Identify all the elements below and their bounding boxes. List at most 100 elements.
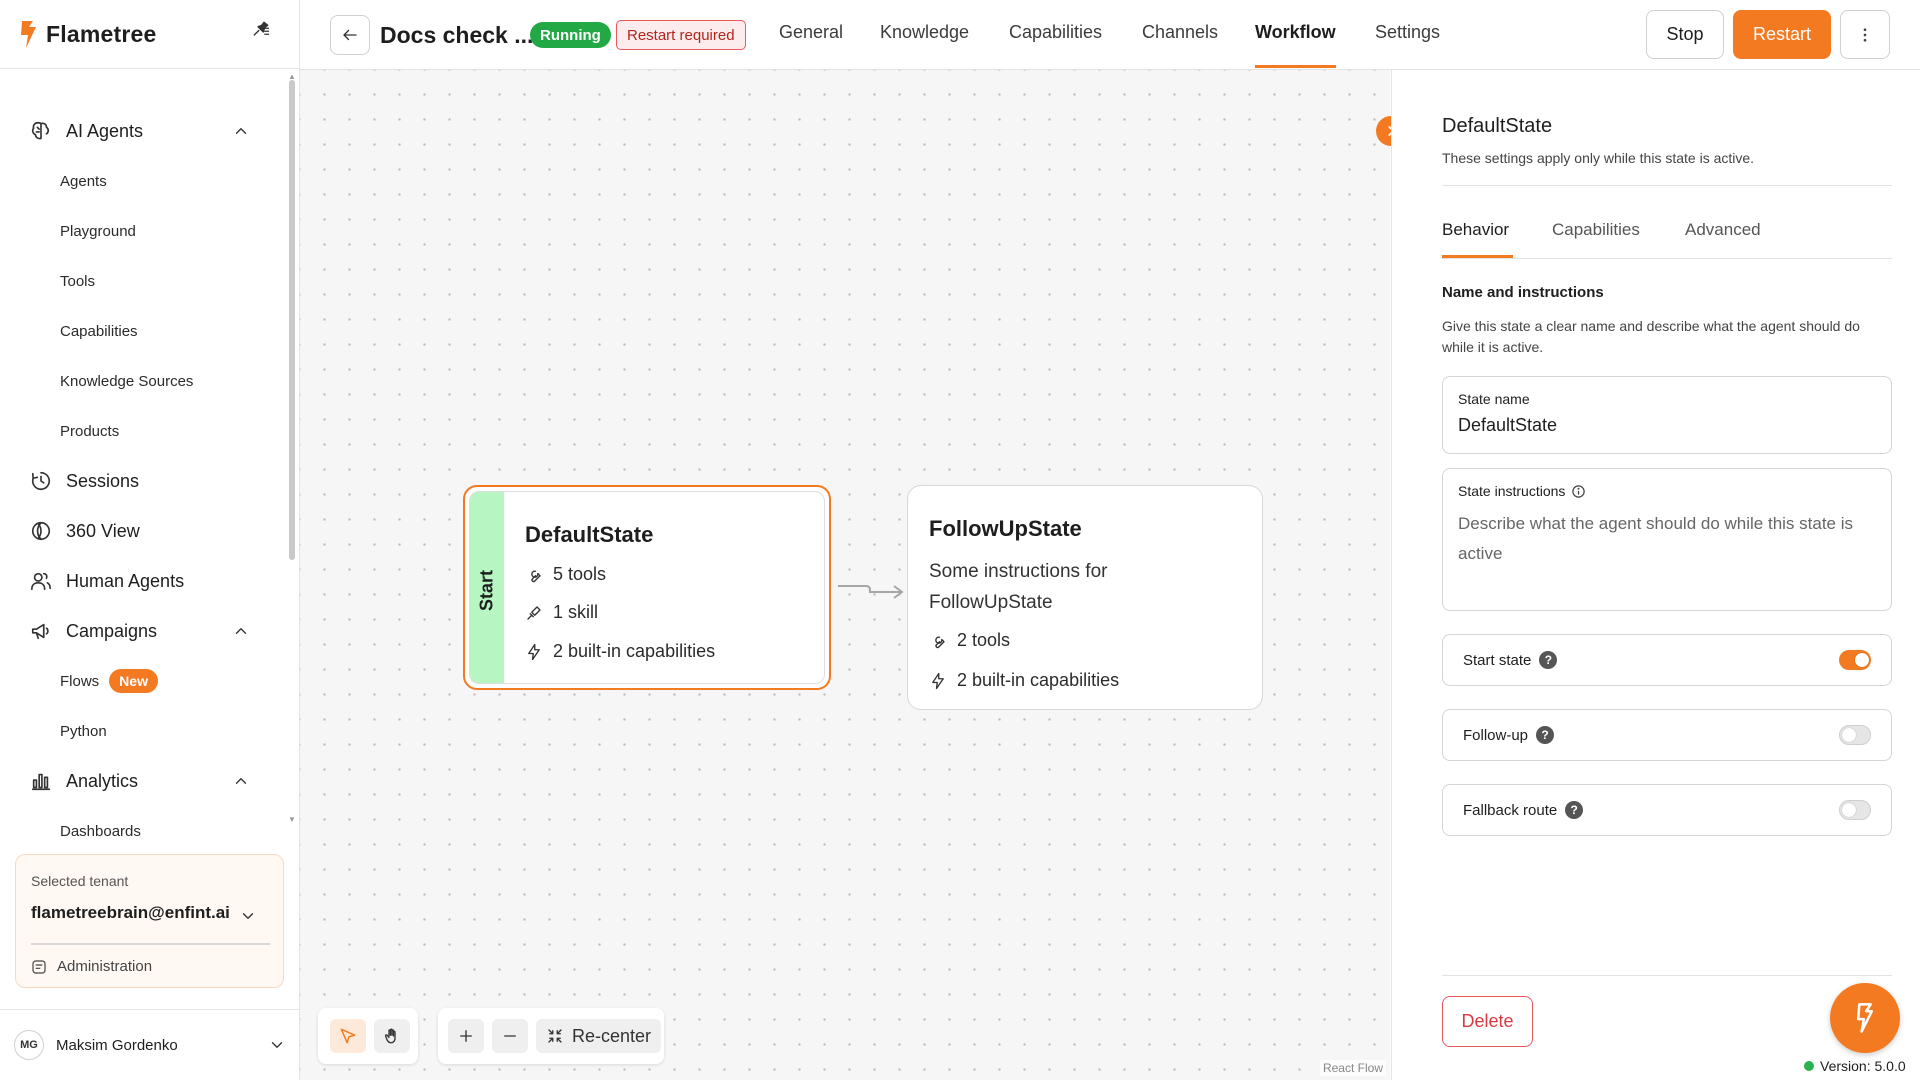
sidebar-item-label: Human Agents [66,570,185,591]
wrench-icon [935,636,945,648]
sidebar-item-agents[interactable]: Agents [0,156,290,206]
node-title: DefaultState [525,522,654,547]
start-label: Start [476,570,497,612]
node-instructions-line: FollowUpState [929,592,1053,613]
minus-icon [504,1035,516,1037]
arrow-left-icon [343,29,357,41]
state-instructions-textarea[interactable]: Describe what the agent should do while … [1458,509,1878,569]
help-icon[interactable]: ? [1536,726,1555,744]
toggle-label-text: Follow-up [1463,726,1529,744]
node-row-skills: 1 skill [525,602,598,623]
page-title: Docs check ... [380,22,534,48]
administration-link[interactable]: Administration [31,958,152,975]
tab-channels[interactable]: Channels [1142,22,1218,43]
more-options-button[interactable] [1840,10,1890,59]
tab-settings[interactable]: Settings [1375,22,1440,43]
node-row-text: 2 built-in capabilities [553,641,716,661]
info-icon[interactable] [1571,484,1586,499]
sidebar-item-label: Analytics [66,770,139,791]
pin-sidebar-icon[interactable] [252,20,270,38]
state-node-followupstate[interactable]: FollowUpState Some instructions for Foll… [907,485,1263,710]
sidebar-item-products[interactable]: Products [0,406,290,456]
tab-capabilities-panel[interactable]: Capabilities [1552,220,1640,240]
node-instructions: Some instructions for FollowUpState [929,556,1107,618]
sidebar-item-campaigns[interactable]: Campaigns [0,606,290,656]
cursor-icon [340,1028,356,1044]
sidebar-item-dashboards[interactable]: Dashboards [0,806,290,856]
brand-name: Flametree [46,20,157,47]
select-mode-button[interactable] [330,1019,366,1053]
sidebar: Flametree ▲ ▼ AI Agents Agents Playgroun… [0,0,300,1080]
user-menu[interactable]: MG Maksim Gordenko [14,1030,178,1060]
fallback-route-toggle-row: Fallback route ? [1442,784,1892,836]
recenter-label: Re-center [572,1025,652,1046]
state-node-defaultstate[interactable]: Start DefaultState 5 tools 1 skill 2 bui… [463,485,831,690]
tab-general[interactable]: General [779,22,843,43]
version-text: Version: 5.0.0 [1820,1058,1906,1074]
pan-mode-button[interactable] [374,1019,410,1053]
chevron-up-icon[interactable] [232,772,250,790]
chevron-up-icon[interactable] [232,122,250,140]
status-dot [1804,1061,1814,1071]
node-row-text: 2 built-in capabilities [957,670,1120,690]
chevron-up-icon[interactable] [232,622,250,640]
sidebar-item-python[interactable]: Python [0,706,290,756]
tenant-selector: Selected tenant flametreebrain@enfint.ai… [15,854,284,988]
sidebar-item-360-view[interactable]: 360 View [0,506,290,556]
start-state-toggle-row: Start state ? [1442,634,1892,686]
bar-chart-icon [31,773,51,791]
sidebar-item-human-agents[interactable]: Human Agents [0,556,290,606]
sidebar-item-capabilities[interactable]: Capabilities [0,306,290,356]
sidebar-item-ai-agents[interactable]: AI Agents [0,106,290,156]
tab-capabilities[interactable]: Capabilities [1009,22,1102,43]
restart-button[interactable]: Restart [1733,10,1831,59]
sidebar-item-knowledge-sources[interactable]: Knowledge Sources [0,356,290,406]
more-vertical-icon [1863,27,1867,42]
recenter-icon [548,1029,562,1043]
chevron-down-icon[interactable] [239,907,257,925]
tab-knowledge[interactable]: Knowledge [880,22,969,43]
delete-state-button[interactable]: Delete [1442,996,1533,1047]
zoom-in-button[interactable] [448,1019,484,1053]
state-instructions-label: State instructions [1458,483,1586,499]
back-button[interactable] [330,15,370,55]
tab-behavior[interactable]: Behavior [1442,220,1509,240]
tab-workflow[interactable]: Workflow [1255,22,1336,43]
toggle-label: Follow-up ? [1463,726,1555,744]
section-description: Give this state a clear name and describ… [1442,318,1860,355]
sidebar-item-analytics[interactable]: Analytics [0,756,290,806]
sidebar-item-flows[interactable]: Flows New [0,656,290,706]
sidebar-item-playground[interactable]: Playground [0,206,290,256]
chevron-down-icon[interactable] [268,1036,286,1054]
panel-title: DefaultState [1442,115,1553,137]
help-icon[interactable]: ? [1539,651,1558,669]
flame-logo-icon [21,21,36,48]
sidebar-item-sessions[interactable]: Sessions [0,456,290,506]
brand-logo[interactable]: Flametree [18,18,156,50]
globe-icon [31,521,51,541]
react-flow-attribution[interactable]: React Flow [1319,1060,1386,1076]
recenter-button[interactable]: Re-center [536,1019,662,1053]
chat-assistant-button[interactable] [1830,983,1900,1053]
section-title: Name and instructions [1442,284,1604,301]
state-instructions-field[interactable]: State instructions Describe what the age… [1442,468,1892,611]
sidebar-item-tools[interactable]: Tools [0,256,290,306]
start-state-toggle[interactable] [1839,650,1871,670]
state-name-field[interactable]: State name DefaultState [1442,376,1892,454]
sidebar-divider [0,1009,299,1010]
zoom-out-button[interactable] [492,1019,528,1053]
fallback-route-toggle[interactable] [1839,800,1871,820]
panel-footer-divider [1442,975,1892,976]
workflow-edge[interactable] [836,578,906,608]
follow-up-toggle[interactable] [1839,725,1871,745]
status-badge-running: Running [530,22,611,48]
workflow-canvas[interactable]: Start DefaultState 5 tools 1 skill 2 bui… [300,70,1390,1080]
stop-button[interactable]: Stop [1646,10,1724,59]
sidebar-nav: AI Agents Agents Playground Tools Capabi… [0,106,290,856]
help-icon[interactable]: ? [1565,801,1584,819]
state-name-input[interactable]: DefaultState [1458,415,1557,436]
tab-advanced[interactable]: Advanced [1685,220,1761,240]
tenant-email[interactable]: flametreebrain@enfint.ai [31,903,230,923]
sidebar-item-label: Campaigns [66,620,158,641]
node-row-capabilities: 2 built-in capabilities [525,641,715,662]
